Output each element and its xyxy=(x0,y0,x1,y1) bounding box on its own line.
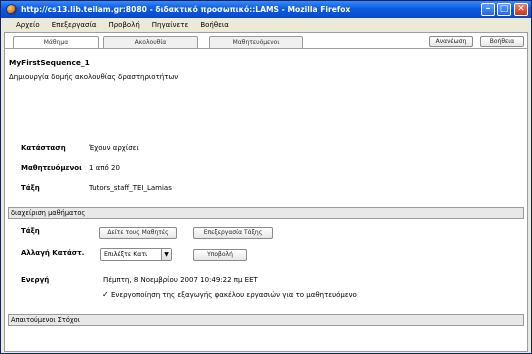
status-select[interactable]: Επιλέξτε Κατι ▼ xyxy=(100,248,172,261)
tab-learners[interactable]: Μαθητευόμενοι xyxy=(209,36,303,48)
chevron-down-icon[interactable]: ▼ xyxy=(161,249,171,260)
class-value: Tutors_staff_TEI_Lamias xyxy=(89,184,172,192)
status-select-value: Επιλέξτε Κατι xyxy=(104,251,148,258)
learners-label: Μαθητευόμενοι xyxy=(21,164,82,172)
page-content: Μάθημα Ακολουθία Μαθητευόμενοι Ανανέωση … xyxy=(4,32,528,352)
minimize-button[interactable]: – xyxy=(481,3,495,16)
view-learners-button[interactable]: Δείτε τους Μαθητές xyxy=(99,227,177,239)
class-label: Τάξη xyxy=(21,184,40,192)
edit-class-button[interactable]: Επεξεργασία Τάξης xyxy=(193,227,273,239)
menu-go[interactable]: Πηγαίνετε xyxy=(146,21,195,29)
learners-value: 1 από 20 xyxy=(89,164,120,172)
sequence-description: Δημιουργία δομής ακολουθίας δραστηριοτήτ… xyxy=(9,73,179,81)
refresh-button[interactable]: Ανανέωση xyxy=(429,36,473,47)
browser-window: http://cs13.lib.teilam.gr:8080 - διδακτι… xyxy=(0,0,532,354)
firefox-icon xyxy=(6,4,17,15)
export-checkbox-label: Ενεργοποίηση της εξαγωγής φακέλου εργασι… xyxy=(111,291,357,299)
submit-button[interactable]: Υποβολή xyxy=(193,249,247,261)
sequence-name: MyFirstSequence_1 xyxy=(9,58,90,67)
help-button[interactable]: Βοήθεια xyxy=(480,36,524,47)
active-value: Πέμπτη, 8 Νοεμβρίου 2007 10:49:22 πμ EET xyxy=(103,276,258,284)
tab-bar: Μάθημα Ακολουθία Μαθητευόμενοι Ανανέωση … xyxy=(5,33,527,49)
active-label: Ενεργή xyxy=(21,276,50,284)
menu-edit[interactable]: Επεξεργασία xyxy=(46,21,103,29)
close-button[interactable]: ✕ xyxy=(514,3,528,16)
change-status-label: Αλλαγή Κατάστ. xyxy=(21,249,85,257)
menu-bar: Αρχείο Επεξεργασία Προβολή Πηγαίνετε Βοή… xyxy=(2,18,531,32)
status-label: Κατάσταση xyxy=(21,144,66,152)
menu-help[interactable]: Βοήθεια xyxy=(194,21,235,29)
lesson-management-header: διαχείριση μαθήματος xyxy=(8,207,524,219)
tab-lesson[interactable]: Μάθημα xyxy=(13,36,99,48)
menu-file[interactable]: Αρχείο xyxy=(10,21,46,29)
tab-sequence[interactable]: Ακολουθία xyxy=(103,36,198,48)
window-title: http://cs13.lib.teilam.gr:8080 - διδακτι… xyxy=(21,5,351,14)
status-value: Έχουν αρχίσει xyxy=(89,144,139,152)
menu-view[interactable]: Προβολή xyxy=(102,21,145,29)
title-bar[interactable]: http://cs13.lib.teilam.gr:8080 - διδακτι… xyxy=(1,1,531,18)
manage-class-label: Τάξη xyxy=(21,227,40,235)
maximize-button[interactable]: □ xyxy=(497,3,511,16)
export-checkbox[interactable]: ✓ xyxy=(102,291,110,299)
required-goals-header: Απαιτούμενοι Στόχοι xyxy=(8,314,524,326)
